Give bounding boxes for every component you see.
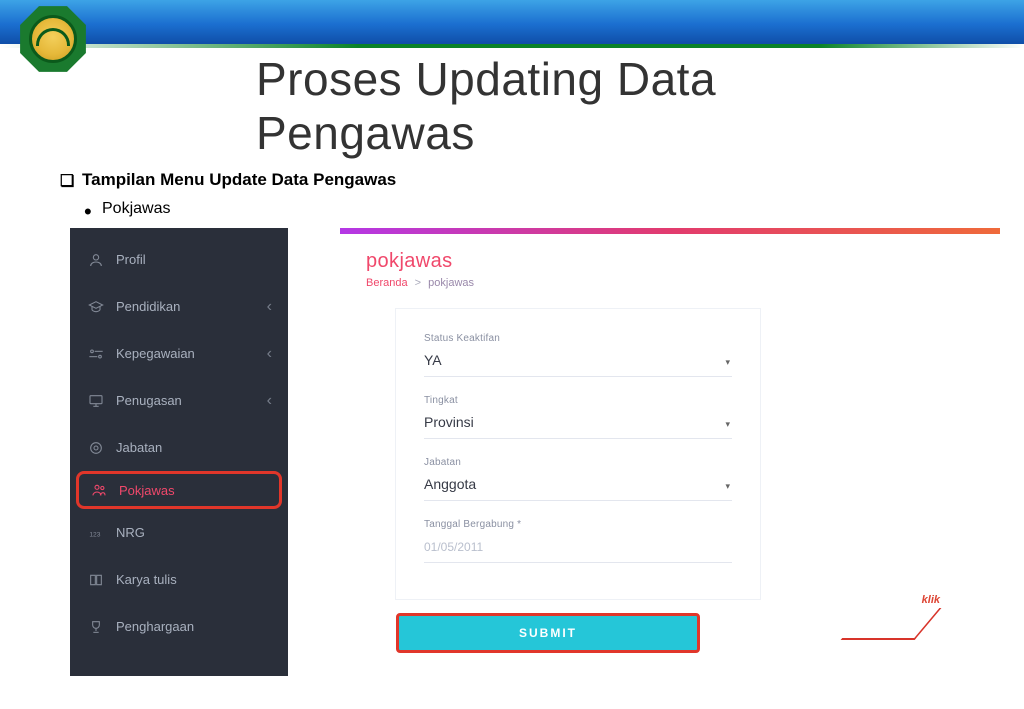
field-label: Status Keaktifan [424,333,732,344]
sidebar-item-pokjawas[interactable]: Pokjawas [76,471,282,509]
sidebar: Profil Pendidikan ‹ Kepegawaian ‹ Penuga… [70,228,288,676]
field-value: Provinsi [424,414,474,430]
breadcrumb-home[interactable]: Beranda [366,277,408,289]
sidebar-item-kepegawaian[interactable]: Kepegawaian ‹ [70,330,288,377]
field-status[interactable]: Status Keaktifan YA [424,333,732,377]
svg-text:123: 123 [89,531,100,538]
slide-top-band [0,0,1024,44]
page-title: pokjawas [366,250,976,273]
chevron-left-icon: ‹ [267,298,272,316]
sidebar-item-label: NRG [116,525,145,540]
field-tanggal[interactable]: Tanggal Bergabung * 01/05/2011 [424,519,732,563]
breadcrumb: Beranda > pokjawas [366,277,976,289]
slide-underline [0,44,1024,48]
field-label: Jabatan [424,457,732,468]
settings-icon [88,346,104,362]
submit-label: SUBMIT [519,626,577,640]
breadcrumb-current: pokjawas [428,277,474,289]
field-label: Tanggal Bergabung * [424,519,732,530]
monitor-icon [88,393,104,409]
sidebar-item-pendidikan[interactable]: Pendidikan ‹ [70,283,288,330]
sidebar-item-label: Pendidikan [116,299,180,314]
target-icon [88,440,104,456]
sidebar-item-label: Penugasan [116,393,182,408]
field-value: YA [424,352,442,368]
ministry-logo [18,4,88,74]
sidebar-item-penugasan[interactable]: Penugasan ‹ [70,377,288,424]
sidebar-item-label: Penghargaan [116,619,194,634]
sidebar-item-profil[interactable]: Profil [70,236,288,283]
bullet-heading: Tampilan Menu Update Data Pengawas [82,170,396,190]
field-label: Tingkat [424,395,732,406]
annotation-arrow [852,608,924,642]
annotation-klik: klik [922,594,940,606]
users-icon [91,482,107,498]
sidebar-item-label: Pokjawas [119,483,175,498]
main-panel: pokjawas Beranda > pokjawas Status Keakt… [340,228,1000,666]
trophy-icon [88,619,104,635]
field-jabatan[interactable]: Jabatan Anggota [424,457,732,501]
book-icon [88,572,104,588]
user-icon [88,252,104,268]
sidebar-item-label: Kepegawaian [116,346,195,361]
sidebar-item-jabatan[interactable]: Jabatan [70,424,288,471]
chevron-left-icon: ‹ [267,345,272,363]
slide-title: Proses Updating Data Pengawas [256,52,768,160]
graduation-icon [88,299,104,315]
field-tingkat[interactable]: Tingkat Provinsi [424,395,732,439]
breadcrumb-sep: > [415,277,421,289]
sidebar-item-label: Karya tulis [116,572,177,587]
field-value: Anggota [424,476,476,492]
chevron-left-icon: ‹ [267,392,272,410]
sidebar-item-karya-tulis[interactable]: Karya tulis [70,556,288,603]
submit-button[interactable]: SUBMIT [396,613,700,653]
field-placeholder: 01/05/2011 [424,540,483,554]
number-icon: 123 [88,525,104,541]
sidebar-item-label: Profil [116,252,146,267]
form-card: Status Keaktifan YA Tingkat Provinsi Jab… [396,309,760,599]
sidebar-item-nrg[interactable]: 123 NRG [70,509,288,556]
sidebar-item-label: Jabatan [116,440,162,455]
sidebar-item-penghargaan[interactable]: Penghargaan [70,603,288,650]
bullet-item: Pokjawas [102,200,170,218]
